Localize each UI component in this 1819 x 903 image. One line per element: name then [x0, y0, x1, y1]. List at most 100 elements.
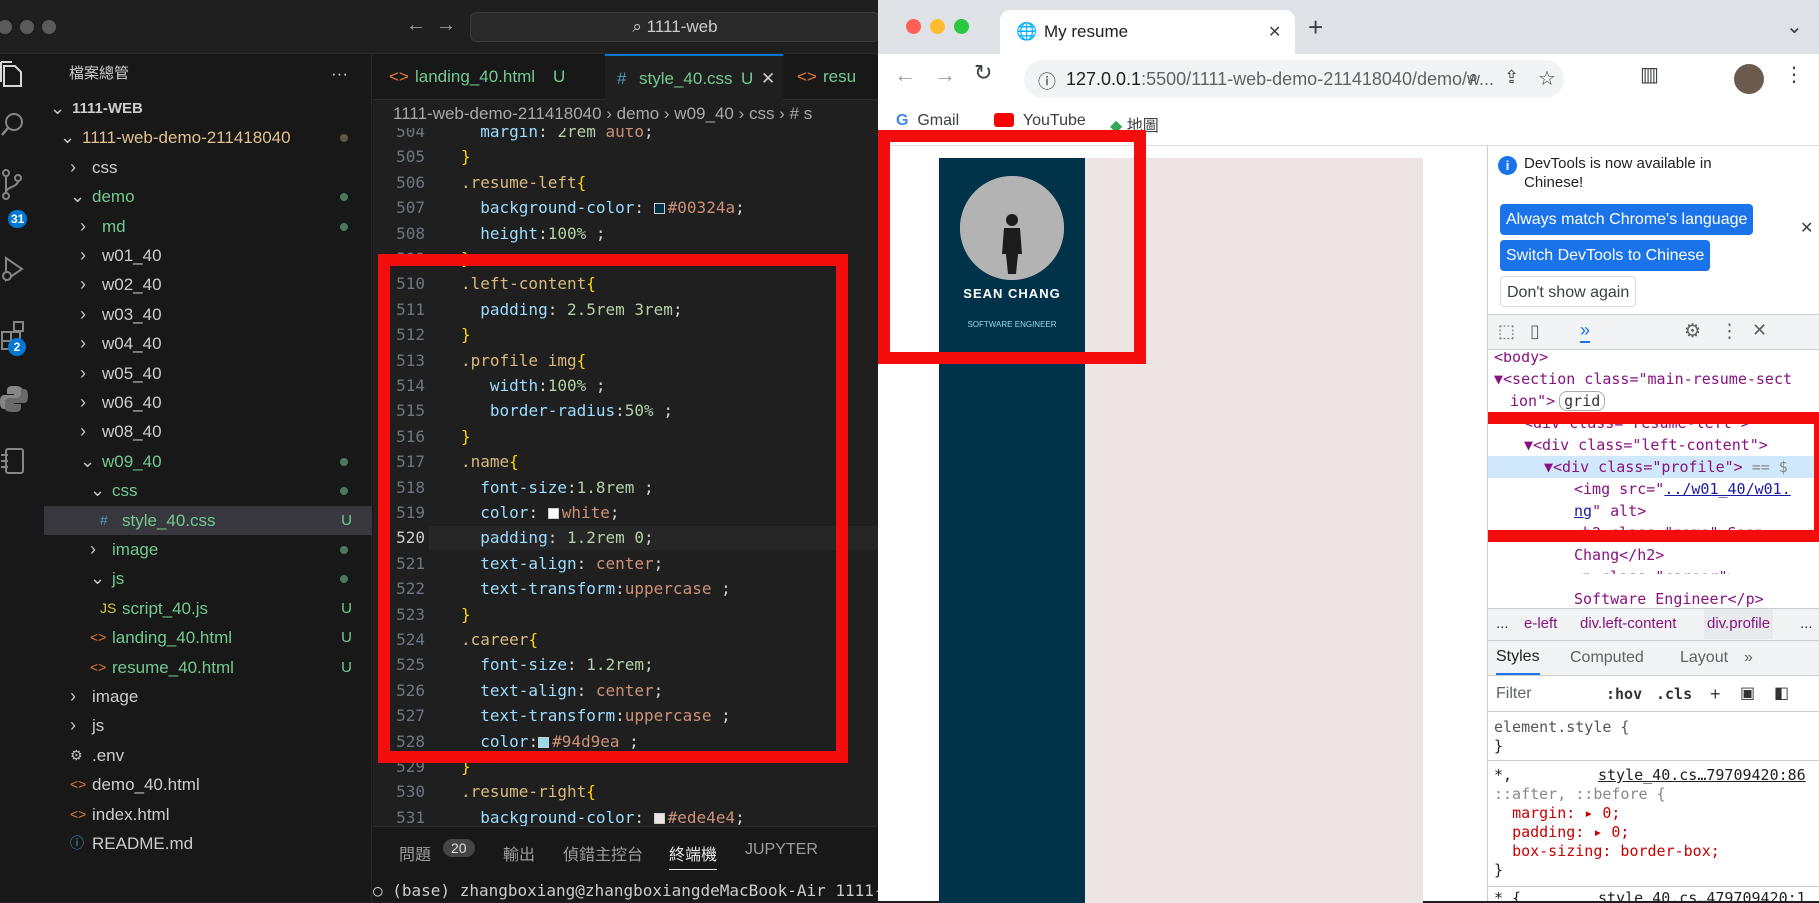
code-line[interactable]: .resume-right{	[461, 780, 596, 804]
file-tree-item[interactable]: ⌄ w09_40	[44, 447, 372, 476]
dom-p-cont[interactable]: Software Engineer</p>	[1574, 588, 1764, 610]
tab-style-css[interactable]: # style_40.css U ✕	[605, 54, 783, 100]
file-tree-item[interactable]: › w02_40	[44, 270, 372, 299]
site-info-icon[interactable]: ⓘ	[1038, 68, 1056, 94]
file-tree-item[interactable]: ⌄ demo	[44, 182, 372, 211]
file-tree-item[interactable]: › image	[44, 535, 372, 564]
tab-styles[interactable]: Styles	[1496, 641, 1540, 675]
new-tab-icon[interactable]: +	[1308, 12, 1323, 43]
window-close-dot[interactable]	[906, 19, 921, 34]
new-rule-icon[interactable]: +	[1710, 676, 1721, 712]
tab-jupyter[interactable]: JUPYTER	[745, 841, 818, 859]
grid-badge[interactable]: grid	[1559, 391, 1606, 411]
file-tree-item[interactable]: › image	[44, 682, 372, 711]
file-tree-item[interactable]: <> landing_40.html U	[44, 623, 372, 652]
code-line[interactable]: height:100% ;	[461, 222, 605, 246]
source-control-icon[interactable]	[0, 168, 30, 202]
file-tree-item[interactable]: ⌄ 1111-WEB	[44, 94, 372, 123]
more-panels-icon[interactable]: »	[1580, 320, 1591, 343]
file-tree-item[interactable]: › w06_40	[44, 388, 372, 417]
file-tree-item[interactable]: › w03_40	[44, 300, 372, 329]
styles-filter-input[interactable]: Filter	[1496, 676, 1532, 712]
tab-problems[interactable]: 問題	[399, 841, 431, 865]
settings-gear-icon[interactable]: ⚙	[1684, 320, 1701, 343]
code-line[interactable]: .resume-left{	[461, 171, 586, 195]
code-line[interactable]: background-color: #ede4e4;	[461, 806, 744, 826]
tab-search-chevron-icon[interactable]: ⌄	[1786, 14, 1803, 39]
file-tree-item[interactable]: ⌄ 1111-web-demo-211418040	[44, 123, 372, 152]
browser-tab[interactable]: 🌐 My resume ✕	[1000, 10, 1295, 54]
bookmark-youtube[interactable]: YouTube	[994, 112, 1086, 130]
breadcrumb[interactable]: 1111-web-demo-211418040 › demo › w09_40 …	[373, 100, 878, 128]
window-minimize-dot[interactable]	[930, 19, 945, 34]
address-bar[interactable]: ⓘ 127.0.0.1:5500/1111-web-demo-211418040…	[1024, 60, 1564, 98]
window-zoom-dot[interactable]	[954, 19, 969, 34]
window-minimize-dot[interactable]	[20, 20, 34, 34]
dom-p[interactable]: <p class="career">	[1574, 566, 1737, 574]
close-notice-icon[interactable]: ✕	[1800, 218, 1813, 238]
rule-source-link[interactable]: style_40.cs…79709420:86	[1598, 766, 1806, 784]
python-icon[interactable]	[0, 384, 30, 418]
tab-landing[interactable]: <> landing_40.html U	[373, 54, 605, 100]
back-arrow-icon[interactable]: ←	[406, 14, 426, 37]
file-tree-item[interactable]: › w08_40	[44, 417, 372, 446]
profile-avatar[interactable]	[1734, 64, 1764, 94]
tab-computed[interactable]: Computed	[1570, 641, 1644, 675]
window-zoom-dot[interactable]	[42, 20, 56, 34]
file-tree-item[interactable]: › md	[44, 212, 372, 241]
file-tree-item[interactable]: ⚙ .env	[44, 741, 372, 770]
bookmark-star-icon[interactable]: ☆	[1538, 66, 1556, 91]
code-line[interactable]: }	[461, 145, 471, 169]
code-line[interactable]: background-color: #00324a;	[461, 196, 744, 220]
device-toggle-icon[interactable]: ▯	[1530, 321, 1540, 342]
paint-icon[interactable]: ▣	[1740, 676, 1755, 712]
forward-arrow-icon[interactable]: →	[934, 62, 956, 88]
tab-output[interactable]: 輸出	[503, 841, 535, 865]
file-tree-item[interactable]: › w05_40	[44, 359, 372, 388]
explorer-icon[interactable]	[0, 60, 30, 94]
forward-arrow-icon[interactable]: →	[436, 14, 456, 37]
tab-layout[interactable]: Layout	[1680, 641, 1728, 675]
terminal-prompt[interactable]: ○ (base) zhangboxiang@zhangboxiangdeMacB…	[373, 881, 893, 900]
cls-toggle[interactable]: .cls	[1656, 676, 1692, 712]
zoom-icon[interactable]: ⌕	[1468, 67, 1479, 89]
dom-h2-cont[interactable]: Chang</h2>	[1574, 544, 1664, 566]
more-tabs-icon[interactable]: »	[1744, 641, 1753, 675]
file-tree-item[interactable]: <> demo_40.html	[44, 770, 372, 799]
file-tree-item[interactable]: JS script_40.js U	[44, 594, 372, 623]
tab-terminal[interactable]: 終端機	[669, 841, 718, 870]
inspect-element-icon[interactable]: ⬚	[1498, 321, 1515, 342]
code-line[interactable]: margin: 2rem auto;	[461, 128, 653, 144]
command-center-search[interactable]: ⌕ 1111-web	[470, 12, 880, 42]
devtools-menu-icon[interactable]: ⋮	[1720, 320, 1739, 343]
window-close-dot[interactable]	[0, 20, 12, 34]
dom-section[interactable]: ▼<section class="main-resume-sect	[1494, 368, 1792, 390]
close-tab-icon[interactable]: ✕	[1268, 22, 1281, 42]
dont-show-again-button[interactable]: Don't show again	[1500, 276, 1637, 307]
file-tree-item[interactable]: ⓘ README.md	[44, 829, 372, 858]
file-tree-item[interactable]: # style_40.css U	[44, 505, 372, 535]
file-tree-item[interactable]: ⌄ css	[44, 476, 372, 505]
close-tab-icon[interactable]: ✕	[761, 56, 775, 102]
run-debug-icon[interactable]	[0, 254, 30, 288]
tab-resume[interactable]: <> resu	[783, 54, 878, 100]
sidebar-toggle-icon[interactable]: ◧	[1774, 676, 1789, 712]
file-tree-item[interactable]: › js	[44, 711, 372, 740]
search-icon[interactable]	[0, 110, 30, 144]
chrome-menu-icon[interactable]: ⋮	[1784, 62, 1804, 87]
reload-icon[interactable]: ↻	[974, 60, 992, 86]
back-arrow-icon[interactable]: ←	[894, 62, 916, 88]
switch-language-button[interactable]: Switch DevTools to Chinese	[1500, 240, 1711, 271]
close-devtools-icon[interactable]: ✕	[1752, 320, 1767, 341]
file-tree-item[interactable]: › css	[44, 153, 372, 182]
file-tree-item[interactable]: › w04_40	[44, 329, 372, 358]
file-tree-item[interactable]: <> index.html	[44, 800, 372, 829]
explorer-more-icon[interactable]: ···	[331, 54, 348, 94]
share-icon[interactable]: ⇪	[1504, 67, 1519, 88]
bookmark-gmail[interactable]: G Gmail	[896, 112, 959, 130]
file-tree-item[interactable]: ⌄ js	[44, 564, 372, 593]
sidepanel-icon[interactable]: ▥	[1640, 62, 1659, 87]
hov-toggle[interactable]: :hov	[1606, 676, 1642, 712]
match-language-button[interactable]: Always match Chrome's language	[1500, 204, 1754, 235]
dom-section-cont[interactable]: ion"> grid	[1510, 390, 1606, 412]
